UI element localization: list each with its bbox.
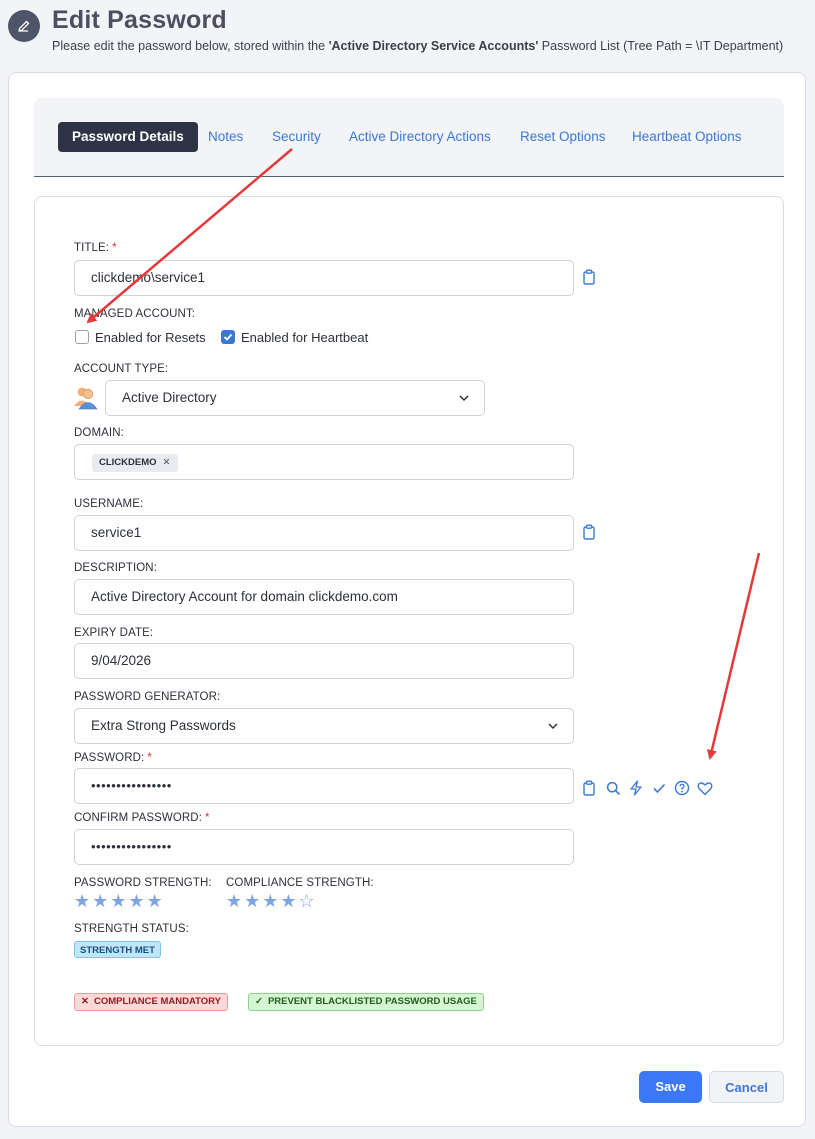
account-type-select[interactable]: Active Directory xyxy=(105,380,485,416)
tab-security[interactable]: Security xyxy=(272,122,321,152)
remove-chip-icon[interactable]: ✕ xyxy=(163,457,171,468)
chevron-down-icon xyxy=(458,381,470,415)
clipboard-icon[interactable] xyxy=(581,779,597,797)
subtitle-prefix: Please edit the password below, stored w… xyxy=(52,39,329,53)
password-list-name: 'Active Directory Service Accounts' xyxy=(328,39,539,53)
check-icon[interactable] xyxy=(651,779,667,797)
page-subtitle: Please edit the password below, stored w… xyxy=(52,39,783,53)
confirm-password-label: CONFIRM PASSWORD: * xyxy=(74,812,210,824)
enabled-heartbeat-checkbox[interactable] xyxy=(221,330,235,344)
enabled-resets-label: Enabled for Resets xyxy=(95,330,206,345)
help-icon[interactable] xyxy=(674,779,690,797)
compliance-strength-label: COMPLIANCE STRENGTH: xyxy=(226,877,374,889)
prevent-blacklisted-badge: ✓ PREVENT BLACKLISTED PASSWORD USAGE xyxy=(248,993,484,1011)
lightning-icon[interactable] xyxy=(628,779,644,797)
password-strength-label: PASSWORD STRENGTH: xyxy=(74,877,212,889)
chevron-down-icon xyxy=(547,709,559,743)
account-type-value: Active Directory xyxy=(122,390,217,405)
heart-icon[interactable] xyxy=(697,779,713,797)
description-label: DESCRIPTION: xyxy=(74,562,157,574)
domain-chip[interactable]: CLICKDEMO ✕ xyxy=(92,454,178,472)
save-button[interactable]: Save xyxy=(639,1071,702,1103)
domain-input[interactable]: CLICKDEMO ✕ xyxy=(74,444,574,480)
pencil-icon xyxy=(8,10,40,42)
page-title: Edit Password xyxy=(52,6,227,34)
tab-reset-options[interactable]: Reset Options xyxy=(520,122,606,152)
enabled-heartbeat-label: Enabled for Heartbeat xyxy=(241,330,369,345)
close-icon: ✕ xyxy=(81,996,89,1007)
password-generator-select[interactable]: Extra Strong Passwords xyxy=(74,708,574,744)
edit-password-card: Password Details Notes Security Active D… xyxy=(8,72,806,1127)
username-input[interactable]: service1 xyxy=(74,515,574,551)
strength-status-badge: STRENGTH MET xyxy=(74,941,161,958)
tab-password-details[interactable]: Password Details xyxy=(58,122,198,152)
password-generator-label: PASSWORD GENERATOR: xyxy=(74,691,221,703)
expiry-date-label: EXPIRY DATE: xyxy=(74,627,154,639)
managed-account-label: MANAGED ACCOUNT: xyxy=(74,308,196,320)
tab-heartbeat-options[interactable]: Heartbeat Options xyxy=(632,122,742,152)
compliance-strength-stars: ★★★★☆ xyxy=(226,891,317,911)
confirm-password-input[interactable]: •••••••••••••••• xyxy=(74,829,574,865)
enabled-resets-checkbox[interactable] xyxy=(75,330,89,344)
check-icon: ✓ xyxy=(255,996,263,1007)
clipboard-icon[interactable] xyxy=(581,268,597,286)
compliance-mandatory-badge: ✕ COMPLIANCE MANDATORY xyxy=(74,993,228,1011)
tab-bar: Password Details Notes Security Active D… xyxy=(34,98,784,177)
tab-notes[interactable]: Notes xyxy=(208,122,243,152)
search-icon[interactable] xyxy=(605,779,621,797)
cancel-button[interactable]: Cancel xyxy=(709,1071,784,1103)
tab-active-directory-actions[interactable]: Active Directory Actions xyxy=(349,122,491,152)
password-details-panel: TITLE: * clickdemo\service1 MANAGED ACCOU… xyxy=(34,196,784,1046)
description-input[interactable]: Active Directory Account for domain clic… xyxy=(74,579,574,615)
user-accounts-icon xyxy=(73,384,99,410)
title-input[interactable]: clickdemo\service1 xyxy=(74,260,574,296)
password-input[interactable]: •••••••••••••••• xyxy=(74,768,574,804)
strength-status-label: STRENGTH STATUS: xyxy=(74,923,189,935)
password-strength-stars: ★★★★★ xyxy=(74,891,165,911)
clipboard-icon[interactable] xyxy=(581,523,597,541)
title-label: TITLE: * xyxy=(74,242,117,254)
username-label: USERNAME: xyxy=(74,498,144,510)
subtitle-suffix: Password List (Tree Path = \IT Departmen… xyxy=(538,39,784,53)
account-type-label: ACCOUNT TYPE: xyxy=(74,363,169,375)
expiry-date-input[interactable]: 9/04/2026 xyxy=(74,643,574,679)
password-generator-value: Extra Strong Passwords xyxy=(91,718,236,733)
domain-label: DOMAIN: xyxy=(74,427,124,439)
password-label: PASSWORD: * xyxy=(74,752,152,764)
